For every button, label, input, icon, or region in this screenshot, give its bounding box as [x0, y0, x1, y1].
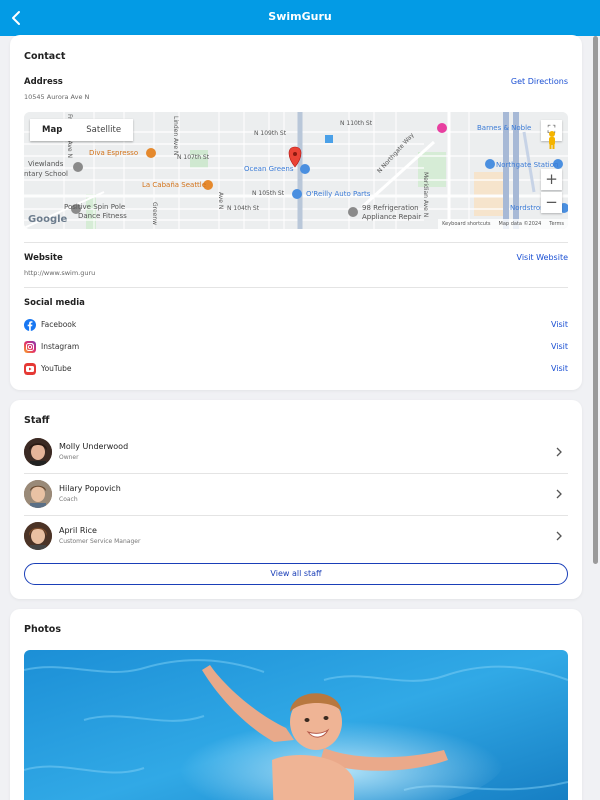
photo-swimming-child[interactable]: [24, 650, 568, 800]
instagram-visit-link[interactable]: Visit: [551, 342, 568, 351]
staff-row[interactable]: April Rice Customer Service Manager: [24, 517, 568, 557]
street-ave-n: Ave N: [217, 192, 224, 210]
avatar: [24, 438, 52, 466]
staff-row[interactable]: Molly Underwood Owner: [24, 433, 568, 473]
street-linden: Linden Ave N: [172, 116, 179, 156]
contact-card: Contact Address 10545 Aurora Ave N Get D…: [10, 35, 582, 390]
social-row-instagram: Instagram Visit: [24, 341, 568, 355]
divider: [24, 242, 568, 243]
youtube-visit-link[interactable]: Visit: [551, 364, 568, 373]
staff-name: April Rice: [59, 526, 97, 535]
website-url: http://www.swim.guru: [24, 269, 96, 277]
social-name: Facebook: [41, 320, 77, 329]
photos-title: Photos: [24, 624, 61, 635]
zoom-out-button[interactable]: −: [541, 192, 562, 213]
staff-role: Owner: [59, 454, 79, 461]
contact-title: Contact: [24, 51, 66, 62]
social-name: YouTube: [41, 364, 72, 373]
map[interactable]: Diva Espresso La Cabaña Seattle Ocean Gr…: [24, 112, 568, 229]
map-label-cabana[interactable]: La Cabaña Seattle: [142, 181, 206, 189]
chevron-right-icon: [556, 531, 562, 541]
map-label-northgate-station[interactable]: Northgate Station: [496, 161, 558, 169]
visit-website-link[interactable]: Visit Website: [517, 253, 568, 262]
map-tab[interactable]: Map: [30, 119, 74, 141]
staff-row[interactable]: Hilary Popovich Coach: [24, 475, 568, 515]
map-label-refrigeration-2: Appliance Repair: [362, 213, 422, 221]
terms-link[interactable]: Terms: [549, 221, 564, 227]
app-title: SwimGuru: [268, 10, 332, 23]
street-greenwood: Greenw: [151, 202, 158, 226]
street-n109: N 109th St: [254, 130, 287, 137]
app-header: SwimGuru: [0, 0, 600, 36]
map-footer: Keyboard shortcuts Map data ©2024 Terms: [438, 219, 568, 229]
avatar: [24, 522, 52, 550]
website-label: Website: [24, 253, 63, 263]
avatar: [24, 480, 52, 508]
address-value: 10545 Aurora Ave N: [24, 93, 90, 101]
map-label-barnes[interactable]: Barnes & Noble: [477, 124, 531, 132]
map-label-ocean-greens[interactable]: Ocean Greens: [244, 165, 293, 173]
map-label-viewlands[interactable]: Viewlands: [28, 160, 63, 168]
instagram-icon: [24, 341, 36, 353]
photos-card: Photos: [10, 609, 582, 800]
get-directions-link[interactable]: Get Directions: [511, 77, 568, 86]
map-label-positive-spin-2: Dance Fitness: [78, 212, 127, 220]
map-data-attribution: Map data ©2024: [498, 221, 542, 227]
map-label-viewlands-2: ntary School: [24, 170, 68, 178]
social-row-youtube: YouTube Visit: [24, 363, 568, 377]
map-type-toggle: Map Satellite: [30, 119, 134, 141]
staff-title: Staff: [24, 415, 50, 426]
keyboard-shortcuts-link[interactable]: Keyboard shortcuts: [442, 221, 490, 227]
social-media-label: Social media: [24, 298, 85, 308]
staff-role: Coach: [59, 496, 78, 503]
social-name: Instagram: [41, 342, 80, 351]
staff-name: Molly Underwood: [59, 442, 129, 451]
map-label-refrigeration[interactable]: 98 Refrigeration: [362, 204, 419, 212]
view-all-staff-button[interactable]: View all staff: [24, 563, 568, 585]
street-n104: N 104th St: [227, 205, 260, 212]
street-meridian: Meridian Ave N: [422, 172, 429, 218]
facebook-visit-link[interactable]: Visit: [551, 320, 568, 329]
divider: [24, 473, 568, 474]
satellite-tab[interactable]: Satellite: [74, 119, 133, 141]
street-n107: N 107th St: [177, 154, 210, 161]
address-label: Address: [24, 77, 63, 87]
pegman-icon[interactable]: [545, 130, 559, 150]
street-n105: N 105th St: [252, 190, 285, 197]
facebook-icon: [24, 319, 36, 331]
staff-card: Staff Molly Underwood Owner Hilary Popov…: [10, 400, 582, 599]
staff-name: Hilary Popovich: [59, 484, 121, 493]
divider: [24, 515, 568, 516]
chevron-right-icon: [556, 489, 562, 499]
staff-role: Customer Service Manager: [59, 538, 141, 545]
chevron-right-icon: [556, 447, 562, 457]
map-label-positive-spin[interactable]: Positive Spin Pole: [64, 203, 125, 211]
street-n110: N 110th St: [340, 120, 373, 127]
social-row-facebook: Facebook Visit: [24, 319, 568, 333]
google-logo: Google: [28, 214, 68, 225]
youtube-icon: [24, 363, 36, 375]
scrollbar[interactable]: [593, 36, 598, 564]
map-label-diva[interactable]: Diva Espresso: [89, 149, 138, 157]
map-label-oreilly[interactable]: O'Reilly Auto Parts: [306, 190, 370, 198]
zoom-in-button[interactable]: +: [541, 169, 562, 190]
divider: [24, 287, 568, 288]
